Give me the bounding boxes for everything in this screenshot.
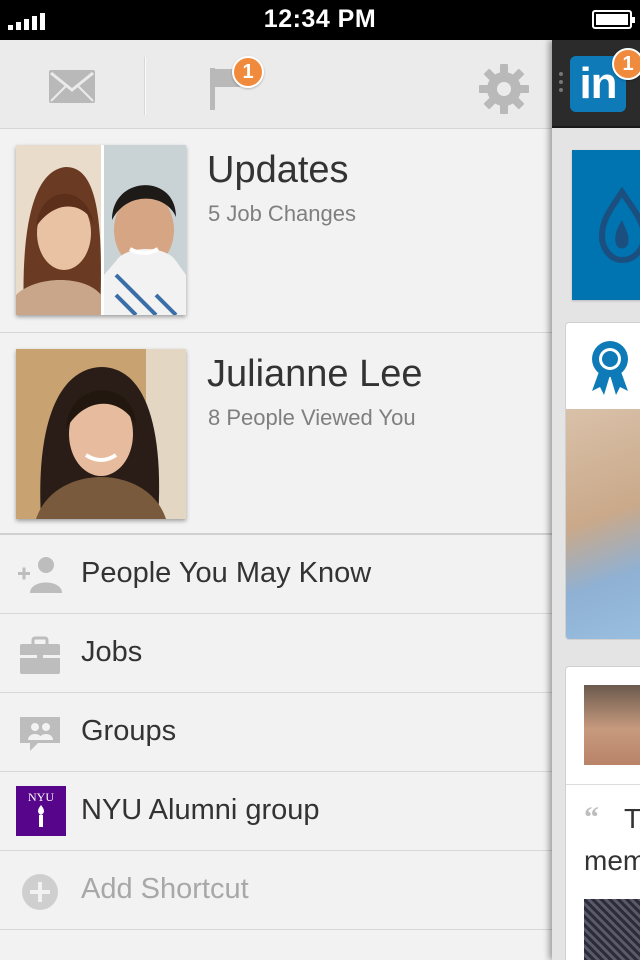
nyu-logo: NYU	[16, 786, 66, 836]
feed-card-endorsement[interactable]	[565, 322, 640, 640]
profile-views: 8 People Viewed You	[208, 405, 416, 430]
quote-icon: “	[584, 801, 599, 834]
status-time: 12:34 PM	[263, 5, 377, 33]
nav-label-people: People You May Know	[81, 557, 372, 589]
nyu-logo-text: NYU	[28, 790, 54, 804]
post-author-avatar	[584, 685, 640, 765]
nav-label-groups: Groups	[81, 715, 177, 747]
navigation-menu: 1 Updates 5 Job Changes Julianne Lee 8 P…	[0, 40, 552, 960]
add-person-icon	[18, 557, 62, 593]
profile-name: Julianne Lee	[207, 353, 423, 395]
status-bar: 12:34 PM	[0, 0, 640, 40]
feed-header: in 1	[552, 40, 640, 128]
nav-add-shortcut[interactable]: Add Shortcut	[0, 851, 552, 930]
briefcase-icon	[20, 636, 60, 674]
nav-nyu-alumni-group[interactable]: NYU NYU Alumni group	[0, 772, 552, 851]
groups-icon	[20, 717, 60, 751]
nav-groups[interactable]: Groups	[0, 693, 552, 772]
card-divider	[566, 784, 640, 785]
profile-photo	[16, 349, 186, 519]
nav-label-jobs: Jobs	[81, 636, 143, 668]
mail-icon[interactable]	[48, 69, 96, 104]
feed-panel-peek[interactable]: in 1 “ T mem	[552, 40, 640, 960]
plus-circle-icon	[22, 874, 58, 910]
nav-label-nyu: NYU Alumni group	[81, 794, 320, 826]
feed-card-post[interactable]: “ T mem	[565, 666, 640, 960]
profile-item[interactable]: Julianne Lee 8 People Viewed You	[0, 333, 552, 535]
updates-item[interactable]: Updates 5 Job Changes	[0, 129, 552, 333]
torch-icon	[38, 805, 44, 827]
updates-title: Updates	[207, 149, 349, 191]
updates-photos	[16, 145, 186, 315]
notification-badge: 1	[232, 56, 264, 88]
drag-handle[interactable]	[559, 72, 563, 92]
feed-card-blue[interactable]	[572, 150, 640, 300]
post-text-start: T	[624, 803, 640, 834]
nav-people-you-may-know[interactable]: People You May Know	[0, 535, 552, 614]
nav-label-add-shortcut: Add Shortcut	[81, 873, 249, 905]
menu-toolbar: 1	[0, 40, 552, 129]
post-text-line2: mem	[584, 845, 640, 876]
updates-subtitle: 5 Job Changes	[208, 201, 356, 226]
award-ribbon-icon	[592, 341, 628, 395]
post-image	[584, 899, 640, 960]
battery-icon	[592, 10, 635, 29]
feed-badge: 1	[612, 48, 640, 80]
nav-jobs[interactable]: Jobs	[0, 614, 552, 693]
flame-icon	[598, 186, 640, 264]
feed-card-photo	[566, 409, 640, 639]
toolbar-divider	[144, 57, 146, 115]
gear-icon[interactable]	[478, 63, 530, 115]
